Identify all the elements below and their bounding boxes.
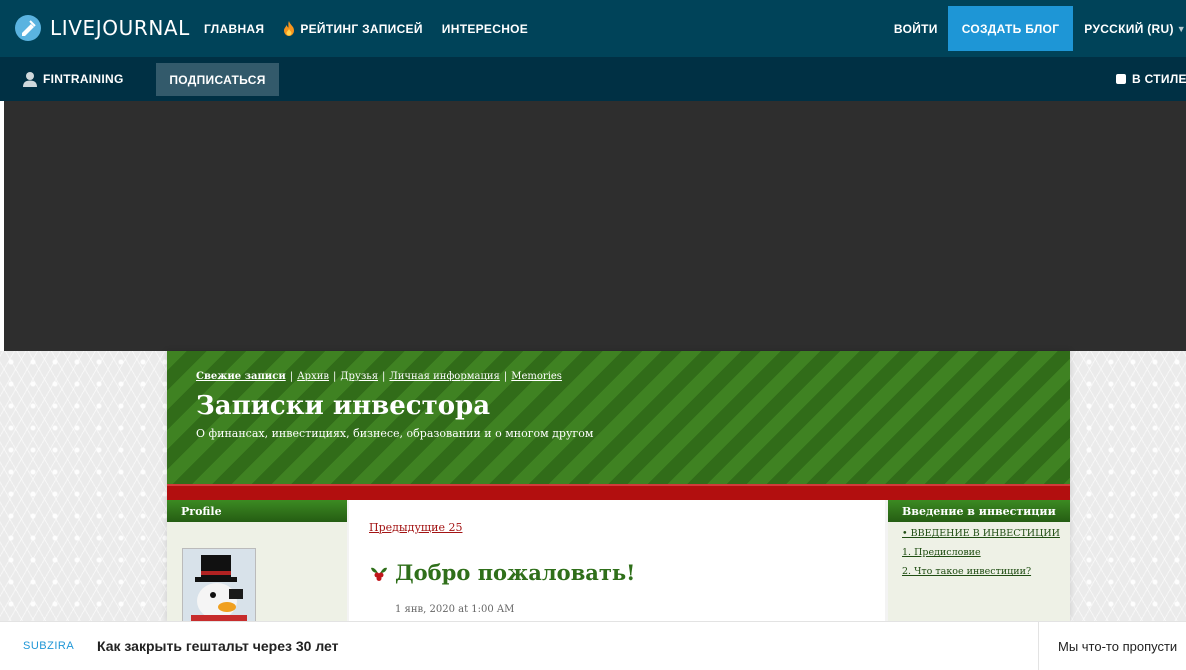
nav-top-posts[interactable]: РЕЙТИНГ ЗАПИСЕЙ: [283, 21, 422, 36]
journal-user-link[interactable]: FINTRAINING: [22, 57, 124, 101]
language-selector[interactable]: РУССКИЙ (RU) ▼: [1084, 22, 1186, 36]
login-button[interactable]: ВОЙТИ: [894, 22, 938, 36]
header-divider: [167, 484, 1070, 500]
left-sidebar: Profile: [167, 500, 347, 630]
post-title[interactable]: Добро пожаловать!: [369, 560, 635, 585]
blog-container: Свежие записи | Архив | Друзья | Личная информ…: [167, 351, 1070, 630]
post-date: 1 янв, 2020 at 1:00 AM: [395, 604, 515, 615]
recommendation-headline[interactable]: Как закрыть гештальт через 30 лет: [97, 622, 339, 670]
main-content: Предыдущие 25 Добро пожаловать! 1 янв, 2…: [349, 500, 885, 621]
blog-nav-friends[interactable]: Друзья: [340, 371, 378, 382]
journal-bar: FINTRAINING ПОДПИСАТЬСЯ В СТИЛЕ: [0, 57, 1186, 101]
flame-icon: [284, 21, 295, 36]
post-title-text: Добро пожаловать!: [395, 560, 636, 585]
missed-notice[interactable]: Мы что-то пропусти: [1038, 622, 1186, 670]
livejournal-pen-icon: [15, 15, 41, 41]
nav-home[interactable]: ГЛАВНАЯ: [204, 22, 264, 36]
bottom-recommendation-bar: SUBZIRA Как закрыть гештальт через 30 ле…: [0, 621, 1186, 670]
logo-text: LIVEJOURNAL: [50, 16, 190, 40]
blog-nav-archive[interactable]: Архив: [297, 371, 329, 382]
right-sidebar: Введение в инвестиции • ВВЕДЕНИЕ В ИНВЕС…: [888, 500, 1070, 621]
intro-links: • ВВЕДЕНИЕ В ИНВЕСТИЦИИ 1. Предисловие 2…: [888, 522, 1070, 577]
side-link-what-is-investing[interactable]: 2. Что такое инвестиции?: [902, 566, 1070, 577]
intro-investing-heading: Введение в инвестиции: [888, 500, 1070, 522]
journal-username: FINTRAINING: [43, 72, 124, 86]
journal-style-toggle[interactable]: В СТИЛЕ: [1116, 57, 1186, 101]
nav-interesting[interactable]: ИНТЕРЕСНОЕ: [442, 22, 528, 36]
holly-icon: [371, 567, 387, 581]
side-link-intro[interactable]: • ВВЕДЕНИЕ В ИНВЕСТИЦИИ: [902, 528, 1070, 539]
user-icon: [23, 72, 37, 87]
nav-interesting-label: ИНТЕРЕСНОЕ: [441, 21, 529, 36]
blog-nav-recent[interactable]: Свежие записи: [196, 371, 286, 382]
chevron-down-icon: ▼: [1176, 23, 1186, 34]
side-link-preface[interactable]: 1. Предисловие: [902, 547, 1070, 558]
blog-nav-userinfo[interactable]: Личная информация: [389, 371, 499, 382]
recommendation-source[interactable]: SUBZIRA: [23, 622, 74, 670]
subscribe-label: ПОДПИСАТЬСЯ: [169, 72, 266, 87]
avatar[interactable]: [182, 548, 256, 630]
create-blog-label: СОЗДАТЬ БЛОГ: [961, 21, 1060, 36]
blog-title: Записки инвестора: [196, 391, 491, 421]
previous-25-link[interactable]: Предыдущие 25: [369, 521, 462, 534]
language-label: РУССКИЙ (RU): [1084, 21, 1174, 36]
livejournal-logo[interactable]: LIVEJOURNAL: [15, 13, 190, 43]
nav-home-label: ГЛАВНАЯ: [204, 21, 265, 36]
top-navigation-bar: LIVEJOURNAL ГЛАВНАЯ РЕЙТИНГ ЗАПИСЕЙ ИНТЕ…: [0, 0, 1186, 57]
blog-nav-memories[interactable]: Memories: [511, 371, 562, 382]
nav-top-posts-label: РЕЙТИНГ ЗАПИСЕЙ: [300, 21, 423, 36]
subscribe-button[interactable]: ПОДПИСАТЬСЯ: [156, 63, 279, 96]
ad-banner-area: [4, 101, 1186, 351]
blog-header: Свежие записи | Архив | Друзья | Личная информ…: [167, 351, 1070, 484]
main-nav: ГЛАВНАЯ РЕЙТИНГ ЗАПИСЕЙ ИНТЕРЕСНОЕ: [204, 0, 528, 57]
profile-heading: Profile: [167, 500, 347, 522]
create-blog-button[interactable]: СОЗДАТЬ БЛОГ: [947, 6, 1074, 51]
style-toggle-label: В СТИЛЕ: [1132, 72, 1186, 86]
style-checkbox[interactable]: [1116, 74, 1126, 84]
blog-nav: Свежие записи | Архив | Друзья | Личная информ…: [196, 371, 562, 382]
blog-subtitle: О финансах, инвестициях, бизнесе, образо…: [196, 427, 594, 440]
account-controls: ВОЙТИ СОЗДАТЬ БЛОГ РУССКИЙ (RU) ▼: [894, 0, 1186, 57]
